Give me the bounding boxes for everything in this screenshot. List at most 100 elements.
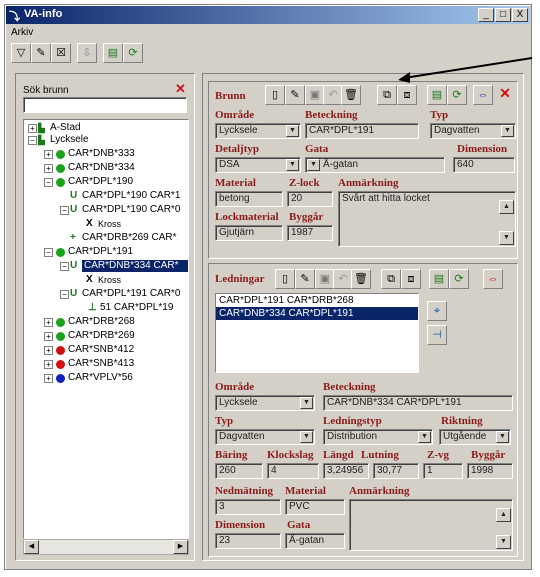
beteckning-label: Beteckning <box>305 109 358 121</box>
zlock-field[interactable]: 20 <box>287 191 333 207</box>
map-sync-icon[interactable]: ⟳ <box>447 85 467 105</box>
material-label: Material <box>285 485 326 497</box>
edit-icon[interactable]: ✎ <box>285 85 305 105</box>
menu-arkiv[interactable]: Arkiv <box>11 27 33 38</box>
dimension-label: Dimension <box>215 519 266 531</box>
lutning-label: Lutning <box>361 449 399 461</box>
scroll-down-icon[interactable]: ▼ <box>496 535 511 549</box>
locate-icon[interactable]: ⌖ <box>427 301 447 321</box>
dimension-field[interactable]: 23 <box>215 533 281 549</box>
list-item-selected[interactable]: CAR*DNB*334 CAR*DPL*191 <box>216 307 418 320</box>
undo-icon[interactable]: ↶ <box>333 269 353 289</box>
copy-icon[interactable]: ⧉ <box>381 269 401 289</box>
search-input[interactable] <box>23 97 187 113</box>
zvg-label: Z-vg <box>427 449 449 461</box>
byggar-label: Byggår <box>289 211 324 223</box>
gata-field[interactable]: Å-gatan <box>285 533 345 549</box>
anmarkning-label: Anmärkning <box>338 177 399 189</box>
ledningar-list[interactable]: CAR*DPL*191 CAR*DRB*268 CAR*DNB*334 CAR*… <box>215 293 419 373</box>
save-icon[interactable]: ▣ <box>305 85 325 105</box>
swap-icon[interactable]: ⇔ <box>473 85 493 105</box>
paste-icon[interactable]: ⧈ <box>401 269 421 289</box>
close-brunn-icon[interactable]: ✕ <box>495 83 515 103</box>
paste-icon[interactable]: ⧈ <box>397 85 417 105</box>
swap-icon[interactable]: ⇔ <box>483 269 503 289</box>
byggar-field[interactable]: 1998 <box>467 463 513 479</box>
edit-icon[interactable]: ✎ <box>295 269 315 289</box>
typ-select[interactable]: Dagvatten ▼ <box>215 429 315 445</box>
riktning-label: Riktning <box>441 415 483 427</box>
save-icon[interactable]: ▣ <box>315 269 335 289</box>
klockslag-label: Klockslag <box>267 449 314 461</box>
search-label: Sök brunn <box>23 85 69 96</box>
omrade-select[interactable]: Lycksele ▼ <box>215 123 301 139</box>
detaljtyp-label: Detaljtyp <box>215 143 259 155</box>
beteckning-field[interactable]: CAR*DNB*334 CAR*DPL*191 <box>323 395 513 411</box>
anmarkning-textarea[interactable]: Svårt att hitta locket ▲ ▼ <box>338 191 516 247</box>
boring-field[interactable]: 260 <box>215 463 263 479</box>
anmarkning-textarea[interactable]: ▲ ▼ <box>349 499 513 551</box>
gata-label: Gata <box>287 519 311 531</box>
map-icon[interactable]: ▤ <box>429 269 449 289</box>
title-bar: ⤵ VA-info _ □ X <box>6 6 530 24</box>
material-field[interactable]: PVC <box>285 499 345 515</box>
delete-icon[interactable]: 🗑 <box>341 85 361 105</box>
new-icon[interactable]: ▯ <box>265 85 285 105</box>
gata-label: Gata <box>305 143 329 155</box>
new-icon[interactable]: ▯ <box>275 269 295 289</box>
tree-view[interactable]: + ▙ A-Stad − ▙ Lycksele + CAR*DNB*333 + … <box>23 119 189 539</box>
list-item[interactable]: CAR*DPL*191 CAR*DRB*268 <box>216 294 418 307</box>
map-icon[interactable]: ▤ <box>103 43 123 63</box>
map-sync-icon[interactable]: ⟳ <box>123 43 143 63</box>
scroll-left-icon[interactable]: ◀ <box>24 540 39 554</box>
typ-label: Typ <box>215 415 234 427</box>
import-icon[interactable]: ⇩ <box>77 43 97 63</box>
beteckning-field[interactable]: CAR*DPL*191 <box>305 123 419 139</box>
material-label: Material <box>215 177 256 189</box>
nedmatning-field[interactable]: 3 <box>215 499 281 515</box>
delete-icon[interactable]: 🗑 <box>351 269 371 289</box>
filter-icon[interactable]: ▽ <box>11 43 31 63</box>
zvg-field[interactable]: 1 <box>423 463 463 479</box>
copy-icon[interactable]: ⧉ <box>377 85 397 105</box>
dimension-field[interactable]: 640 <box>453 157 515 173</box>
map-sync-icon[interactable]: ⟳ <box>449 269 469 289</box>
lockmaterial-label: Lockmaterial <box>215 211 279 223</box>
undo-icon[interactable]: ↶ <box>323 85 343 105</box>
typ-select[interactable]: Dagvatten ▼ <box>430 123 516 139</box>
scroll-down-icon[interactable]: ▼ <box>499 231 514 245</box>
filter-edit-icon[interactable]: ✎ <box>31 43 51 63</box>
connect-icon[interactable]: ⊣ <box>427 325 447 345</box>
omrade-select[interactable]: Lycksele ▼ <box>215 395 315 411</box>
map-icon[interactable]: ▤ <box>427 85 447 105</box>
close-button[interactable]: X <box>512 8 528 22</box>
filter-remove-icon[interactable]: ☒ <box>51 43 71 63</box>
brunn-title: Brunn <box>215 90 246 102</box>
langd-field[interactable]: 3,24956 <box>323 463 369 479</box>
scroll-right-icon[interactable]: ▶ <box>173 540 188 554</box>
gata-select[interactable]: ▼ Å-gatan <box>305 157 445 173</box>
dimension-label: Dimension <box>457 143 508 155</box>
nedmatning-label: Nedmätning <box>215 485 274 497</box>
beteckning-label: Beteckning <box>323 381 376 393</box>
ledningstyp-select[interactable]: Distribution ▼ <box>323 429 433 445</box>
byggar-field[interactable]: 1987 <box>287 225 333 241</box>
riktning-select[interactable]: Utgående ▼ <box>439 429 511 445</box>
lutning-field[interactable]: 30,77 <box>373 463 419 479</box>
ledningstyp-label: Ledningstyp <box>323 415 382 427</box>
material-field[interactable]: betong <box>215 191 283 207</box>
scroll-up-icon[interactable]: ▲ <box>499 200 514 214</box>
minimize-button[interactable]: _ <box>478 8 494 22</box>
clear-search-icon[interactable]: ✕ <box>175 81 186 97</box>
langd-label: Längd <box>323 449 354 461</box>
maximize-button[interactable]: □ <box>495 8 511 22</box>
annotation-arrow-icon <box>398 57 533 83</box>
klockslag-field[interactable]: 4 <box>267 463 319 479</box>
tree-hscrollbar[interactable]: ◀ ▶ <box>23 539 189 555</box>
app-icon: ⤵ <box>9 11 20 23</box>
lockmaterial-field[interactable]: Gjutjärn <box>215 225 283 241</box>
omrade-label: Område <box>215 381 255 393</box>
detaljtyp-select[interactable]: DSA ▼ <box>215 157 301 173</box>
scroll-up-icon[interactable]: ▲ <box>496 508 511 522</box>
zlock-label: Z-lock <box>289 177 320 189</box>
